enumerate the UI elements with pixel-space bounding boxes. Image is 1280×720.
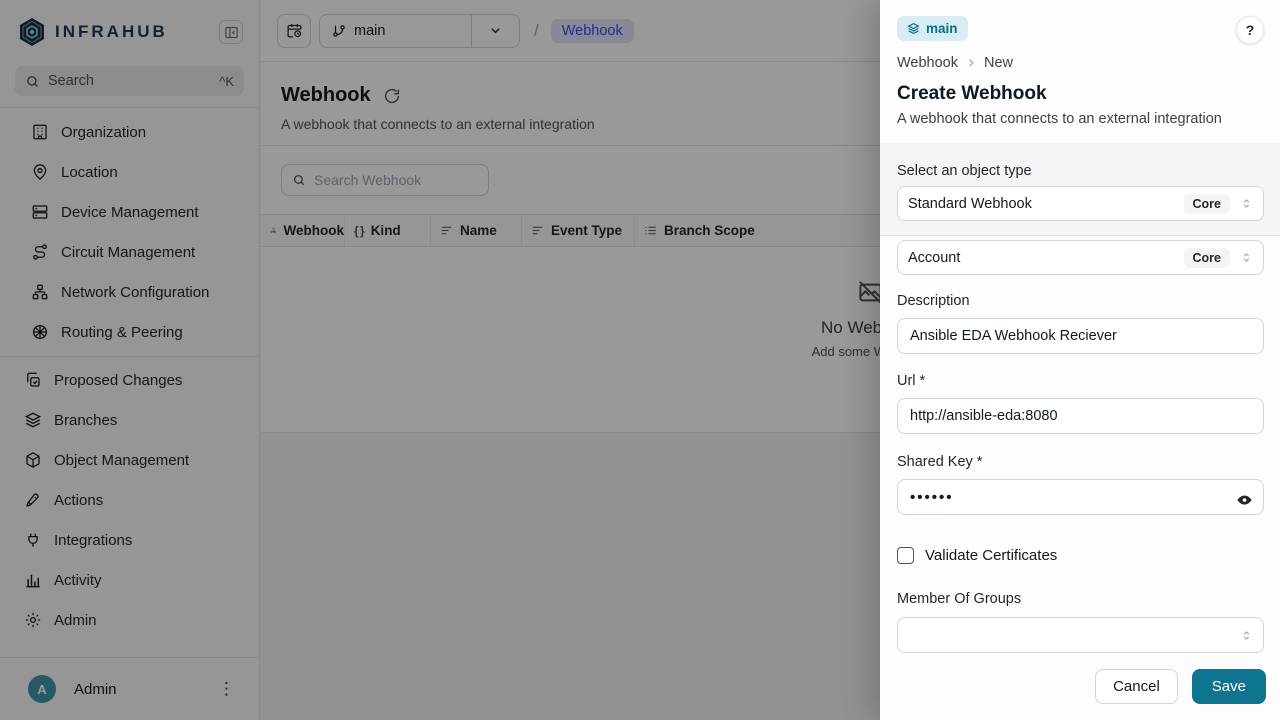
description-label: Description [897, 293, 1264, 309]
branch-badge-label: main [926, 21, 958, 36]
chevrons-up-down-icon [1240, 251, 1253, 264]
validate-certificates-row[interactable]: Validate Certificates [897, 547, 1264, 564]
member-of-groups-select[interactable] [897, 617, 1264, 653]
toggle-password-visibility-button[interactable] [1236, 492, 1253, 509]
drawer-title: Create Webhook [897, 83, 1264, 105]
url-label: Url * [897, 373, 1264, 389]
drawer-form: Account Core Description Url * Shared Ke… [880, 236, 1280, 669]
object-type-select[interactable]: Standard Webhook Core [897, 186, 1264, 221]
breadcrumb-item: New [984, 55, 1013, 71]
drawer-subtitle: A webhook that connects to an external i… [897, 111, 1264, 127]
cancel-button[interactable]: Cancel [1095, 669, 1178, 704]
branch-badge: main [897, 16, 968, 41]
drawer-footer: Cancel Save [880, 669, 1280, 720]
validate-certificates-label: Validate Certificates [925, 547, 1057, 564]
layers-icon [907, 22, 920, 35]
member-of-groups-label: Member Of Groups [897, 591, 1264, 607]
core-badge: Core [1184, 248, 1230, 268]
drawer-header: main ? Webhook New Create Webhook A webh… [880, 0, 1280, 143]
account-select[interactable]: Account Core [897, 240, 1264, 275]
url-field[interactable] [897, 398, 1264, 434]
breadcrumb-item[interactable]: Webhook [897, 55, 958, 71]
object-type-value: Standard Webhook [908, 196, 1184, 212]
drawer-breadcrumb: Webhook New [897, 55, 1264, 71]
account-value: Account [908, 250, 1184, 266]
object-type-label: Select an object type [897, 163, 1264, 179]
shared-key-label: Shared Key * [897, 454, 1264, 470]
chevrons-up-down-icon [1240, 629, 1253, 642]
shared-key-field[interactable] [897, 479, 1264, 515]
chevron-right-icon [965, 57, 977, 69]
core-badge: Core [1184, 194, 1230, 214]
save-button[interactable]: Save [1192, 669, 1266, 704]
shared-key-wrap [897, 479, 1264, 515]
eye-icon [1236, 492, 1253, 509]
help-button[interactable]: ? [1236, 16, 1264, 44]
validate-certificates-checkbox[interactable] [897, 547, 914, 564]
create-webhook-drawer: main ? Webhook New Create Webhook A webh… [880, 0, 1280, 720]
object-type-section: Select an object type Standard Webhook C… [880, 143, 1280, 236]
description-field[interactable] [897, 318, 1264, 354]
chevrons-up-down-icon [1240, 197, 1253, 210]
